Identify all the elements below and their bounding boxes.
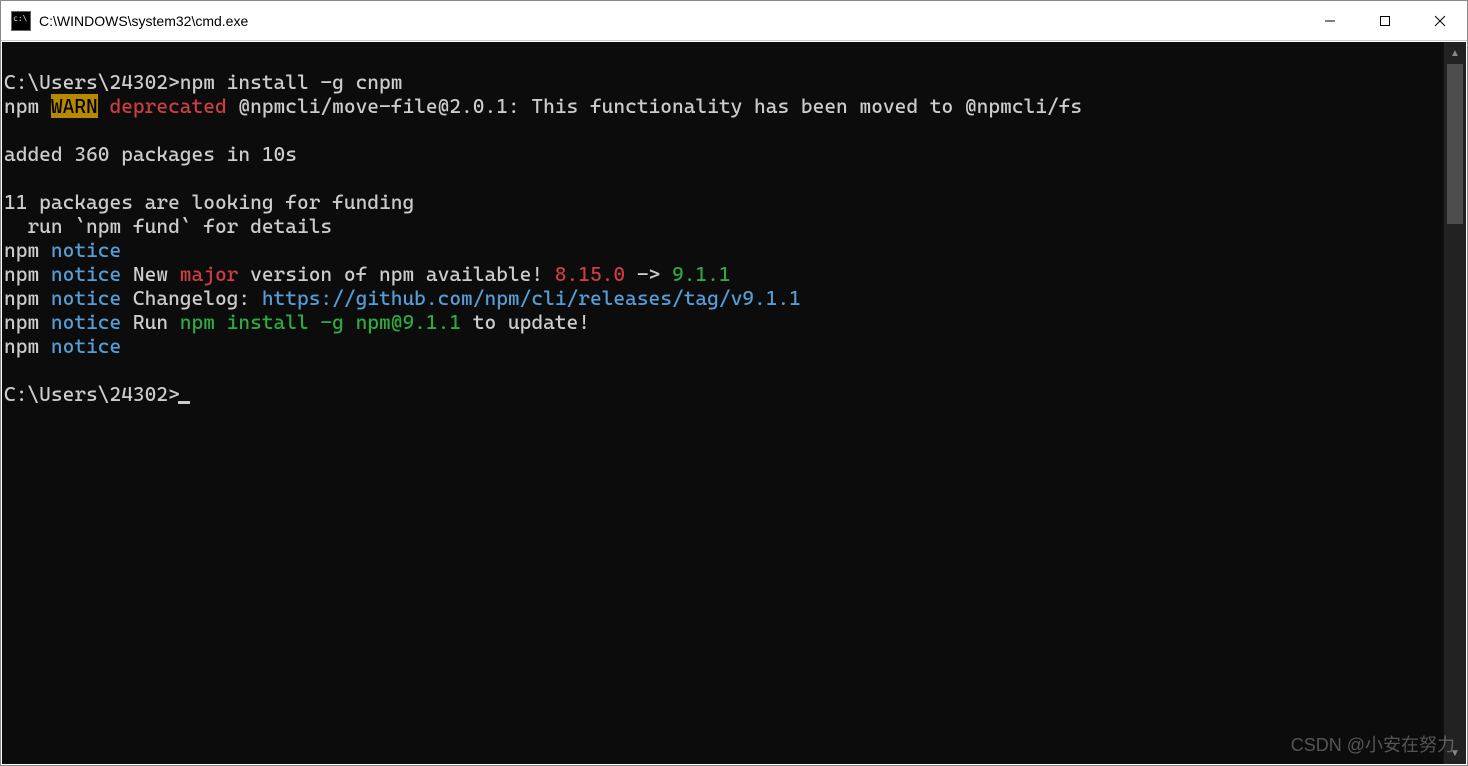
arrow: -> [625, 262, 672, 286]
terminal-output[interactable]: C:\Users\24302>npm install -g cnpm npm W… [2, 42, 1466, 764]
maximize-button[interactable] [1357, 1, 1412, 40]
npm-label: npm [4, 238, 51, 262]
funding-line-2: run `npm fund` for details [4, 214, 332, 238]
notice-line-2: npm notice New major version of npm avai… [4, 262, 731, 286]
npm-label: npm [4, 262, 51, 286]
window-title: C:\WINDOWS\system32\cmd.exe [39, 13, 248, 29]
npm-label: npm [4, 334, 51, 358]
warn-text: @npmcli/move-file@2.0.1: This functional… [227, 94, 1082, 118]
notice-text: version of npm available! [238, 262, 554, 286]
old-version: 8.15.0 [555, 262, 625, 286]
notice-text: Run [121, 310, 180, 334]
npm-label: npm [4, 310, 51, 334]
notice-text: to update! [461, 310, 590, 334]
notice-text: New [121, 262, 180, 286]
notice-line-4: npm notice Run npm install -g npm@9.1.1 … [4, 310, 590, 334]
cursor [178, 401, 190, 404]
notice-text: Changelog: [121, 286, 262, 310]
major-label: major [180, 262, 239, 286]
terminal-line: C:\Users\24302>npm install -g cnpm npm W… [4, 46, 1466, 406]
notice-label: notice [51, 310, 121, 334]
funding-line-1: 11 packages are looking for funding [4, 190, 414, 214]
title-bar[interactable]: C:\WINDOWS\system32\cmd.exe [1, 1, 1467, 41]
npm-label: npm [4, 94, 51, 118]
window-controls [1302, 1, 1467, 40]
cmd-window: C:\WINDOWS\system32\cmd.exe C:\Users\243… [0, 0, 1468, 766]
notice-label: notice [51, 334, 121, 358]
added-line: added 360 packages in 10s [4, 142, 297, 166]
changelog-link: https://github.com/npm/cli/releases/tag/… [262, 286, 801, 310]
scroll-up-arrow[interactable]: ▲ [1444, 42, 1466, 64]
prompt-path: C:\Users\24302> [4, 70, 180, 94]
new-version: 9.1.1 [672, 262, 731, 286]
vertical-scrollbar[interactable]: ▲ ▼ [1443, 42, 1466, 764]
deprecated-label: deprecated [109, 94, 226, 118]
scroll-thumb[interactable] [1447, 64, 1463, 224]
typed-command: npm install -g cnpm [180, 70, 403, 94]
prompt-path: C:\Users\24302> [4, 382, 180, 406]
notice-line-3: npm notice Changelog: https://github.com… [4, 286, 801, 310]
notice-label: notice [51, 286, 121, 310]
notice-line-5: npm notice [4, 334, 121, 358]
notice-label: notice [51, 262, 121, 286]
space [98, 94, 110, 118]
scroll-down-arrow[interactable]: ▼ [1444, 742, 1466, 764]
update-command: npm install -g npm@9.1.1 [180, 310, 461, 334]
notice-label: notice [51, 238, 121, 262]
npm-label: npm [4, 286, 51, 310]
minimize-button[interactable] [1302, 1, 1357, 40]
warn-line: npm WARN deprecated @npmcli/move-file@2.… [4, 94, 1082, 118]
title-left: C:\WINDOWS\system32\cmd.exe [1, 11, 248, 31]
close-button[interactable] [1412, 1, 1467, 40]
cmd-icon [11, 11, 31, 31]
warn-badge: WARN [51, 94, 98, 118]
notice-line-1: npm notice [4, 238, 121, 262]
